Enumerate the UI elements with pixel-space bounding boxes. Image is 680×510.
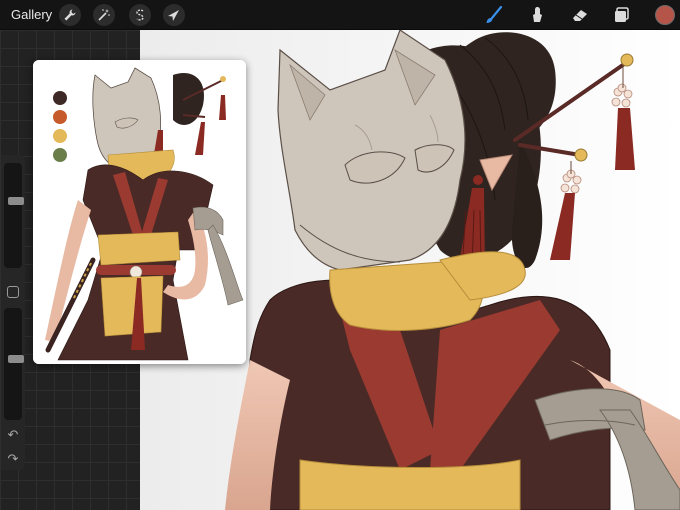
gallery-button[interactable]: Gallery: [11, 7, 52, 22]
modify-button[interactable]: [7, 286, 19, 298]
brush-button[interactable]: [482, 3, 506, 27]
selection-s-icon: [136, 9, 144, 21]
wrench-icon: [64, 9, 76, 21]
undo-icon[interactable]: ↶: [6, 428, 20, 442]
reference-artwork: [33, 60, 246, 364]
color-picker-button[interactable]: [655, 5, 675, 25]
layers-icon: [615, 7, 629, 22]
eraser-button[interactable]: [568, 3, 592, 27]
palette-swatch-1: [53, 91, 67, 105]
redo-icon[interactable]: ↷: [6, 452, 20, 466]
smudge-button[interactable]: [526, 3, 550, 27]
magic-wand-icon: [98, 9, 110, 21]
palette-swatch-4: [53, 148, 67, 162]
selection-button[interactable]: [129, 4, 151, 26]
opacity-slider[interactable]: [4, 308, 24, 420]
transform-button[interactable]: [163, 4, 185, 26]
brush-size-thumb[interactable]: [8, 197, 24, 205]
top-toolbar: Gallery: [0, 0, 680, 30]
arrow-cursor-icon: [168, 10, 179, 21]
brush-sidebar: ↶ ↷: [1, 155, 25, 470]
brush-icon: [486, 5, 503, 23]
reference-window[interactable]: [33, 60, 246, 364]
opacity-thumb[interactable]: [8, 355, 24, 363]
layers-button[interactable]: [610, 3, 634, 27]
smudge-icon: [533, 7, 542, 22]
eraser-icon: [573, 10, 587, 21]
actions-button[interactable]: [59, 4, 81, 26]
palette-swatch-2: [53, 110, 67, 124]
adjustments-button[interactable]: [93, 4, 115, 26]
palette-swatch-3: [53, 129, 67, 143]
brush-size-slider[interactable]: [4, 163, 24, 268]
